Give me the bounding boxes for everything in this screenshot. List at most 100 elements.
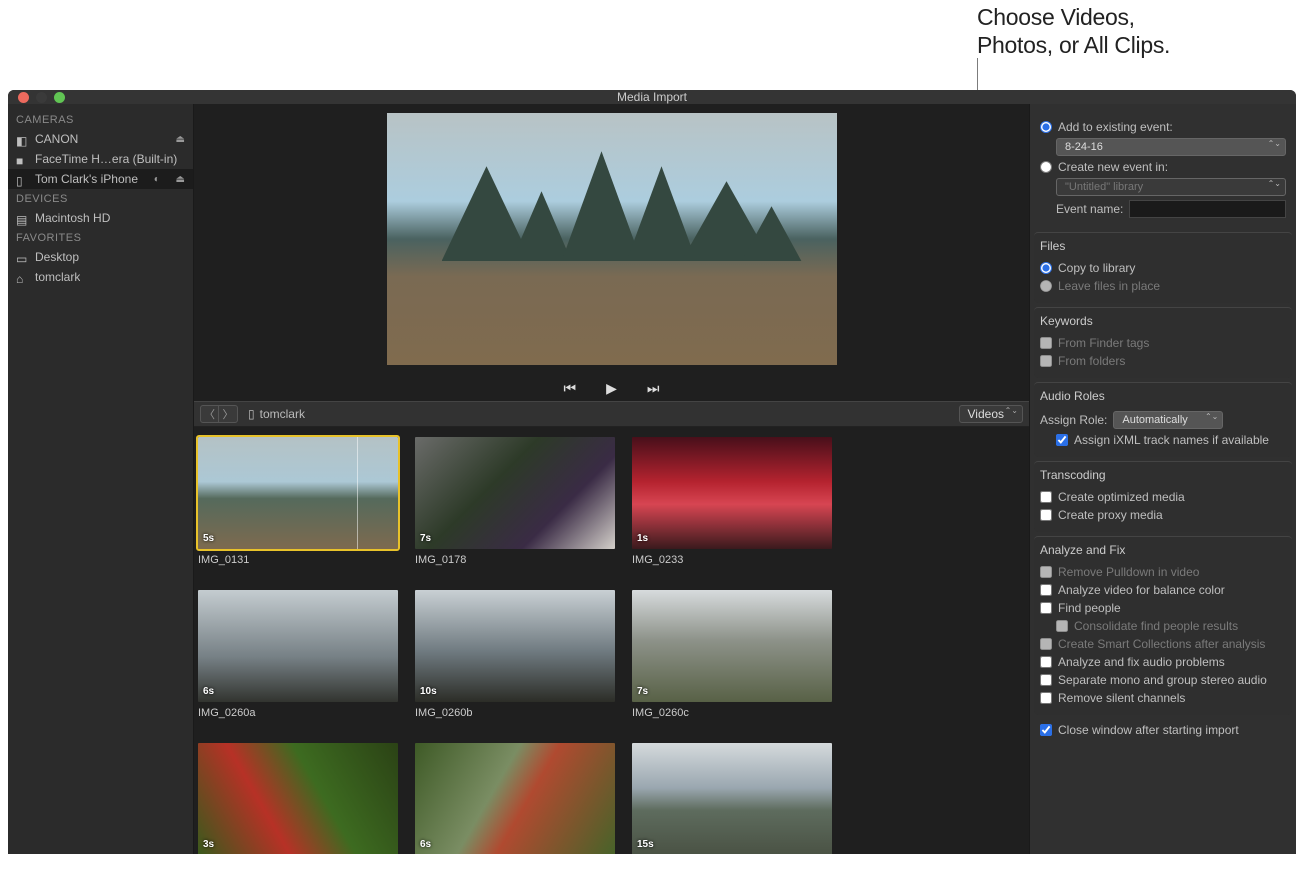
clip-thumbnail[interactable]: 5sIMG_0131 — [198, 437, 398, 566]
thumbnail-image[interactable]: 10s — [415, 590, 615, 702]
clip-name: IMG_0260a — [198, 702, 398, 719]
thumbnail-image[interactable]: 3s — [198, 743, 398, 854]
sidebar-item[interactable]: ⌂tomclark — [8, 267, 193, 287]
copy-to-library-radio[interactable]: Copy to library — [1040, 259, 1286, 277]
clip-duration: 15s — [637, 839, 654, 850]
clip-thumbnail[interactable]: 1sIMG_0233 — [632, 437, 832, 566]
next-frame-button[interactable]: ⏭ — [647, 380, 660, 397]
balance-color-checkbox[interactable]: Analyze video for balance color — [1040, 581, 1286, 599]
desktop-icon: ▭ — [16, 252, 29, 262]
thumbnail-image[interactable]: 1s — [632, 437, 832, 549]
sidebar-item[interactable]: ▤ Macintosh HD — [8, 208, 193, 228]
thumbnail-image[interactable]: 7s — [415, 437, 615, 549]
phone-icon: ▯ — [16, 174, 29, 184]
window-title: Media Import — [617, 90, 687, 104]
thumbnail-image[interactable]: 5s — [198, 437, 398, 549]
from-folders-checkbox: From folders — [1040, 352, 1286, 370]
remove-silent-checkbox[interactable]: Remove silent channels — [1040, 689, 1286, 707]
titlebar: Media Import — [8, 90, 1296, 104]
find-people-checkbox[interactable]: Find people — [1040, 599, 1286, 617]
clip-duration: 6s — [203, 686, 214, 697]
clip-name: IMG_0260b — [415, 702, 615, 719]
sidebar-item[interactable]: ▭Desktop — [8, 247, 193, 267]
assign-role-dropdown[interactable]: Automatically — [1113, 411, 1223, 429]
proxy-media-checkbox[interactable]: Create proxy media — [1040, 506, 1286, 524]
path-crumb[interactable]: ▯ tomclark — [248, 407, 305, 421]
clip-browser[interactable]: 5sIMG_0131 7s IMG_0178 1sIMG_0233 6s IMG_0260… — [194, 427, 1029, 854]
clip-duration: 6s — [420, 839, 431, 850]
zoom-icon[interactable] — [54, 92, 65, 103]
loading-icon: ◐ — [154, 174, 160, 185]
clip-thumbnail[interactable]: 7s IMG_0178 — [415, 437, 615, 566]
clip-duration: 7s — [637, 686, 648, 697]
sidebar-heading: DEVICES — [8, 189, 193, 208]
new-event-library-dropdown: "Untitled" library — [1056, 178, 1286, 196]
clip-thumbnail[interactable]: 3sIMG_0297 — [198, 743, 398, 854]
playhead[interactable] — [357, 437, 358, 549]
clip-thumbnail[interactable]: 10sIMG_0260b — [415, 590, 615, 719]
thumbnail-image[interactable]: 7s — [632, 590, 832, 702]
clip-thumbnail[interactable]: 15sIMG_0322 — [632, 743, 832, 854]
files-heading: Files — [1040, 239, 1286, 253]
source-sidebar: CAMERAS◧CANON⏏■FaceTime H…era (Built-in)… — [8, 104, 194, 854]
sidebar-item-label: Macintosh HD — [35, 211, 110, 225]
clip-name: IMG_0233 — [632, 549, 832, 566]
clip-duration: 5s — [203, 533, 214, 544]
play-button[interactable]: ▶ — [606, 380, 617, 397]
back-icon[interactable]: 〈 — [201, 406, 219, 422]
path-label: tomclark — [260, 407, 305, 421]
eject-icon[interactable]: ⏏ — [176, 134, 185, 145]
close-window-checkbox[interactable]: Close window after starting import — [1030, 715, 1296, 745]
optimized-media-checkbox[interactable]: Create optimized media — [1040, 488, 1286, 506]
add-existing-label: Add to existing event: — [1058, 120, 1173, 134]
prev-frame-button[interactable]: ⏮ — [564, 380, 577, 397]
forward-icon[interactable]: 〉 — [219, 406, 237, 422]
sidebar-item[interactable]: ◧CANON⏏ — [8, 129, 193, 149]
create-new-label: Create new event in: — [1058, 160, 1168, 174]
hdd-icon: ▤ — [16, 213, 29, 223]
center-panel: ⏮ ▶ ⏭ 〈〉 ▯ tomclark Videos 5sIMG_0131 7s I… — [194, 104, 1029, 854]
sidebar-item-label: tomclark — [35, 270, 80, 284]
preview-image — [387, 113, 837, 365]
separate-mono-checkbox[interactable]: Separate mono and group stereo audio — [1040, 671, 1286, 689]
thumbnail-image[interactable]: 6s — [415, 743, 615, 854]
transcoding-heading: Transcoding — [1040, 468, 1286, 482]
clip-thumbnail[interactable]: 6sIMG_0298 — [415, 743, 615, 854]
event-name-field[interactable] — [1129, 200, 1286, 218]
callout-text: Choose Videos, Photos, or All Clips. — [977, 4, 1170, 59]
keywords-heading: Keywords — [1040, 314, 1286, 328]
ixml-checkbox[interactable]: Assign iXML track names if available — [1040, 431, 1286, 449]
minimize-icon[interactable] — [36, 92, 47, 103]
thumbnail-image[interactable]: 15s — [632, 743, 832, 854]
clip-thumbnail[interactable]: 6s IMG_0260a — [198, 590, 398, 719]
sidebar-item-label: FaceTime H…era (Built-in) — [35, 152, 177, 166]
clip-name: IMG_0260c — [632, 702, 832, 719]
thumbnail-image[interactable]: 6s — [198, 590, 398, 702]
leave-in-place-radio: Leave files in place — [1040, 277, 1286, 295]
nav-arrows[interactable]: 〈〉 — [200, 405, 238, 423]
clip-name: IMG_0178 — [415, 549, 615, 566]
analyze-heading: Analyze and Fix — [1040, 543, 1286, 557]
clip-thumbnail[interactable]: 7s IMG_0260c — [632, 590, 832, 719]
existing-event-dropdown[interactable]: 8-24-16 — [1056, 138, 1286, 156]
sidebar-item[interactable]: ■FaceTime H…era (Built-in) — [8, 149, 193, 169]
transport-controls: ⏮ ▶ ⏭ — [194, 374, 1029, 401]
consolidate-people-checkbox: Consolidate find people results — [1040, 617, 1286, 635]
create-new-radio[interactable]: Create new event in: — [1040, 158, 1286, 176]
assign-role-label: Assign Role: — [1040, 413, 1107, 427]
clip-duration: 3s — [203, 839, 214, 850]
close-icon[interactable] — [18, 92, 29, 103]
sidebar-item[interactable]: ▯ Tom Clark's iPhone ◐ ⏏ — [8, 169, 193, 189]
remove-pulldown-checkbox: Remove Pulldown in video — [1040, 563, 1286, 581]
add-existing-radio[interactable]: Add to existing event: — [1040, 118, 1286, 136]
eject-icon[interactable]: ⏏ — [176, 174, 185, 185]
window-controls — [18, 92, 65, 103]
sidebar-item-label: Tom Clark's iPhone — [35, 172, 138, 186]
path-bar: 〈〉 ▯ tomclark Videos — [194, 401, 1029, 427]
clip-filter-dropdown[interactable]: Videos — [959, 405, 1023, 423]
audio-roles-heading: Audio Roles — [1040, 389, 1286, 403]
clip-duration: 7s — [420, 533, 431, 544]
event-name-label: Event name: — [1056, 202, 1123, 216]
smart-collections-checkbox: Create Smart Collections after analysis — [1040, 635, 1286, 653]
audio-problems-checkbox[interactable]: Analyze and fix audio problems — [1040, 653, 1286, 671]
